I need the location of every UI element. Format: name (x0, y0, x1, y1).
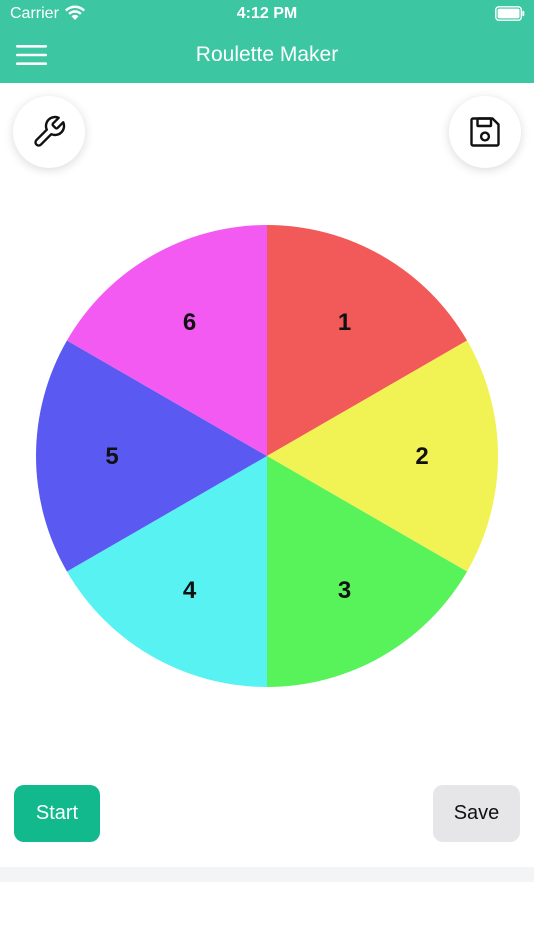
wheel-segment-label: 6 (183, 309, 196, 336)
app-header: Carrier 4:12 PM Roulette Maker (0, 0, 534, 83)
save-file-button[interactable] (449, 96, 521, 168)
save-button[interactable]: Save (433, 785, 520, 842)
roulette-wheel[interactable]: 1 2 3 4 5 6 (35, 224, 499, 688)
wheel-segment-label: 2 (415, 443, 428, 470)
wheel-segment-label: 4 (183, 577, 197, 604)
bottom-bar (0, 867, 534, 882)
wrench-icon (34, 115, 66, 147)
wheel-segment-label: 1 (338, 309, 351, 336)
status-time: 4:12 PM (236, 5, 298, 22)
battery-icon (495, 6, 525, 21)
floppy-disk-icon (470, 117, 500, 147)
settings-button[interactable] (13, 96, 85, 168)
wheel-segment-label: 5 (105, 443, 118, 470)
page-title: Roulette Maker (195, 43, 339, 66)
start-button[interactable]: Start (14, 785, 100, 842)
status-bar: Carrier 4:12 PM (0, 0, 534, 30)
wheel-segment-label: 3 (338, 577, 351, 604)
